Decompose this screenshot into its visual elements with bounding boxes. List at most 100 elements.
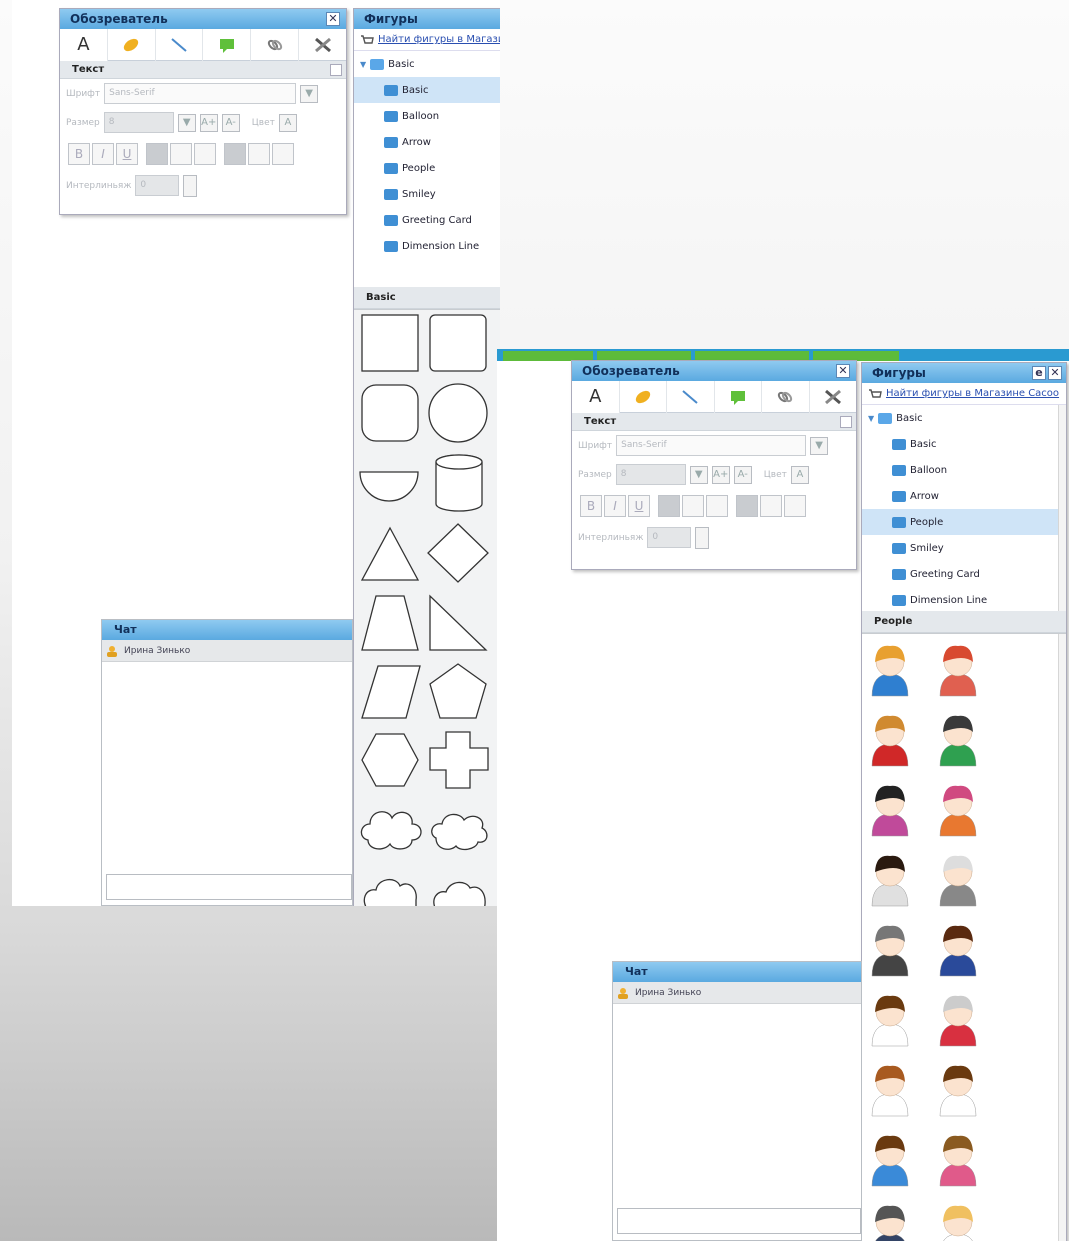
align-center-button[interactable] bbox=[170, 143, 192, 165]
chat-message-input[interactable] bbox=[617, 1208, 861, 1234]
tree-item-smiley[interactable]: Smiley bbox=[862, 535, 1066, 561]
size-dropdown-icon[interactable]: ▼ bbox=[689, 465, 708, 484]
chevron-down-icon[interactable]: ▼ bbox=[810, 436, 829, 455]
tab-line[interactable] bbox=[667, 380, 715, 413]
interval-stepper[interactable] bbox=[183, 174, 198, 197]
interval-input[interactable]: 0 bbox=[135, 175, 180, 196]
size-dropdown-icon[interactable]: ▼ bbox=[177, 113, 196, 132]
tab-link[interactable] bbox=[762, 380, 810, 413]
person-icon[interactable] bbox=[871, 785, 909, 837]
person-icon[interactable] bbox=[871, 1135, 909, 1187]
tree-item-arrow[interactable]: Arrow bbox=[862, 483, 1066, 509]
close-icon[interactable]: ✕ bbox=[326, 12, 340, 26]
tree-item-greeting-card[interactable]: Greeting Card bbox=[354, 207, 500, 233]
store-link[interactable]: Найти фигуры в Магазине Cacoo bbox=[354, 29, 500, 51]
tree-scrollbar[interactable] bbox=[1058, 405, 1066, 611]
bold-button[interactable]: B bbox=[68, 143, 90, 165]
valign-top-button[interactable] bbox=[224, 143, 246, 165]
tree-item-label: Basic bbox=[910, 438, 937, 450]
tab-text[interactable]: A bbox=[60, 28, 108, 61]
align-right-button[interactable] bbox=[194, 143, 216, 165]
underline-button[interactable]: U bbox=[628, 495, 650, 517]
tree-item-smiley[interactable]: Smiley bbox=[354, 181, 500, 207]
person-icon[interactable] bbox=[939, 645, 977, 697]
person-icon[interactable] bbox=[871, 715, 909, 767]
tree-item-balloon[interactable]: Balloon bbox=[354, 103, 500, 129]
interval-input[interactable]: 0 bbox=[647, 527, 692, 548]
tab-tools[interactable] bbox=[299, 29, 346, 61]
color-button[interactable]: A bbox=[790, 465, 809, 484]
person-icon[interactable] bbox=[939, 785, 977, 837]
valign-top-button[interactable] bbox=[736, 495, 758, 517]
tab-eraser[interactable] bbox=[620, 380, 667, 413]
tree-item-balloon[interactable]: Balloon bbox=[862, 457, 1066, 483]
tree-item-basic[interactable]: Basic bbox=[862, 431, 1066, 457]
collapse-button[interactable] bbox=[840, 416, 852, 428]
valign-bottom-button[interactable] bbox=[784, 495, 806, 517]
valign-bottom-button[interactable] bbox=[272, 143, 294, 165]
valign-middle-button[interactable] bbox=[760, 495, 782, 517]
tab-text[interactable]: A bbox=[572, 380, 620, 413]
tree-item-dimension-line[interactable]: Dimension Line bbox=[354, 233, 500, 259]
font-shrink-button[interactable]: A- bbox=[733, 465, 752, 484]
person-icon[interactable] bbox=[940, 1205, 976, 1241]
person-icon[interactable] bbox=[871, 925, 909, 977]
color-label: Цвет bbox=[763, 469, 787, 480]
chat-message-input[interactable] bbox=[106, 874, 352, 900]
color-button[interactable]: A bbox=[278, 113, 297, 132]
tab-eraser[interactable] bbox=[108, 28, 156, 61]
minimize-icon[interactable]: e bbox=[1032, 366, 1046, 380]
person-icon[interactable] bbox=[939, 995, 977, 1047]
person-icon[interactable] bbox=[939, 715, 977, 767]
align-center-button[interactable] bbox=[682, 495, 704, 517]
tree-item-greeting-card[interactable]: Greeting Card bbox=[862, 561, 1066, 587]
person-icon[interactable] bbox=[871, 645, 909, 697]
align-left-button[interactable] bbox=[658, 495, 680, 517]
chevron-down-icon[interactable]: ▼ bbox=[300, 84, 319, 103]
font-grow-button[interactable]: A+ bbox=[199, 113, 218, 132]
align-left-button[interactable] bbox=[146, 143, 168, 165]
store-link[interactable]: Найти фигуры в Магазине Cacoo bbox=[862, 383, 1066, 405]
align-right-button[interactable] bbox=[706, 495, 728, 517]
valign-middle-button[interactable] bbox=[248, 143, 270, 165]
store-link-text: Найти фигуры в Магазине Cacoo bbox=[378, 34, 500, 45]
tree-item-basic[interactable]: Basic bbox=[354, 77, 500, 103]
tree-item-dimension-line[interactable]: Dimension Line bbox=[862, 587, 1066, 611]
underline-button[interactable]: U bbox=[116, 143, 138, 165]
font-shrink-button[interactable]: A- bbox=[221, 113, 240, 132]
tab-comment[interactable] bbox=[203, 28, 252, 61]
chat-title: Чат bbox=[613, 962, 861, 982]
person-icon[interactable] bbox=[871, 995, 909, 1047]
tree-root[interactable]: ▼ Basic bbox=[354, 51, 500, 77]
italic-button[interactable]: I bbox=[604, 495, 626, 517]
tab-line[interactable] bbox=[156, 28, 204, 61]
tree-item-people[interactable]: People bbox=[862, 509, 1066, 535]
shapes-scrollbar[interactable] bbox=[1058, 634, 1066, 1241]
font-select[interactable]: Sans-Serif bbox=[104, 83, 297, 104]
close-icon[interactable]: ✕ bbox=[836, 364, 850, 378]
size-input[interactable]: 8 bbox=[615, 464, 686, 485]
italic-button[interactable]: I bbox=[92, 143, 114, 165]
person-icon[interactable] bbox=[939, 925, 977, 977]
interval-stepper[interactable] bbox=[695, 526, 710, 549]
font-select[interactable]: Sans-Serif bbox=[616, 435, 807, 456]
font-grow-button[interactable]: A+ bbox=[711, 465, 730, 484]
link-icon bbox=[778, 391, 793, 402]
person-icon[interactable] bbox=[939, 1135, 977, 1187]
tab-link[interactable] bbox=[251, 28, 300, 61]
tab-tools[interactable] bbox=[810, 381, 857, 413]
close-icon[interactable]: ✕ bbox=[1048, 366, 1062, 380]
bold-button[interactable]: B bbox=[580, 495, 602, 517]
tree-root[interactable]: ▼ Basic bbox=[862, 405, 1066, 431]
person-icon[interactable] bbox=[872, 1205, 908, 1241]
person-icon[interactable] bbox=[939, 855, 977, 907]
person-icon[interactable] bbox=[939, 1065, 977, 1117]
basic-shapes-grid bbox=[354, 309, 500, 906]
tree-item-arrow[interactable]: Arrow bbox=[354, 129, 500, 155]
person-icon[interactable] bbox=[871, 1065, 909, 1117]
collapse-button[interactable] bbox=[330, 64, 342, 76]
size-input[interactable]: 8 bbox=[103, 112, 174, 133]
person-icon[interactable] bbox=[871, 855, 909, 907]
tree-item-people[interactable]: People bbox=[354, 155, 500, 181]
tab-comment[interactable] bbox=[715, 380, 762, 413]
